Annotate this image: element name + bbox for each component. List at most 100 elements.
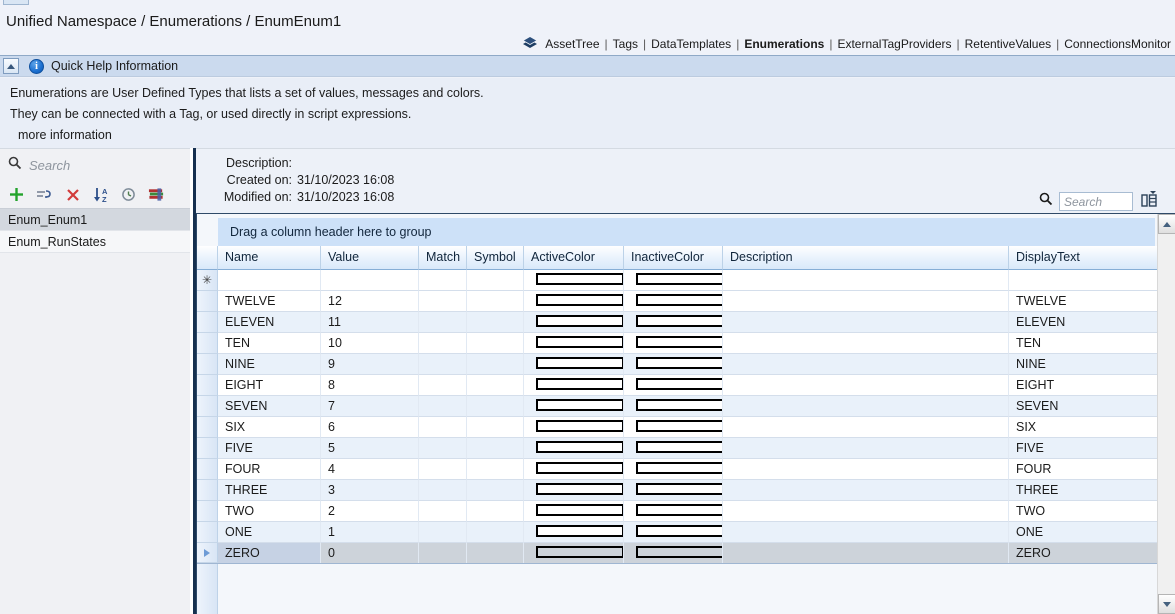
inactive-color-swatch[interactable] <box>636 336 723 348</box>
cell-description[interactable] <box>723 459 1009 480</box>
cell-match[interactable] <box>419 417 467 438</box>
cell-value[interactable]: 10 <box>321 333 419 354</box>
active-color-swatch[interactable] <box>536 546 624 558</box>
grid-search-input[interactable] <box>1059 192 1133 211</box>
cell-displaytext[interactable]: TWO <box>1009 501 1157 522</box>
tab-enumerations[interactable]: Enumerations <box>742 37 826 51</box>
active-color-swatch[interactable] <box>536 399 624 411</box>
cell-value[interactable]: 2 <box>321 501 419 522</box>
scroll-down-button[interactable] <box>1158 594 1175 614</box>
cell-symbol[interactable] <box>467 333 524 354</box>
table-row[interactable]: TWELVE12TWELVE <box>197 291 1157 312</box>
inactive-color-swatch[interactable] <box>636 504 723 516</box>
cell-activecolor[interactable] <box>524 396 624 417</box>
cell-symbol[interactable] <box>467 480 524 501</box>
cell-value[interactable]: 11 <box>321 312 419 333</box>
column-header-displaytext[interactable]: DisplayText <box>1009 246 1157 270</box>
table-row[interactable]: FIVE5FIVE <box>197 438 1157 459</box>
cell-inactivecolor[interactable] <box>624 459 723 480</box>
cell-inactivecolor[interactable] <box>624 543 723 563</box>
delete-icon[interactable] <box>64 186 81 203</box>
cell-displaytext[interactable]: FOUR <box>1009 459 1157 480</box>
cell-displaytext[interactable]: SIX <box>1009 417 1157 438</box>
column-chooser-icon[interactable] <box>1139 189 1159 214</box>
cell-value[interactable]: 8 <box>321 375 419 396</box>
cell-activecolor[interactable] <box>524 417 624 438</box>
cell-value[interactable]: 12 <box>321 291 419 312</box>
column-header-symbol[interactable]: Symbol <box>467 246 524 270</box>
table-row[interactable]: EIGHT8EIGHT <box>197 375 1157 396</box>
row-header-cell[interactable] <box>197 354 218 375</box>
table-row[interactable]: TEN10TEN <box>197 333 1157 354</box>
cell-value[interactable]: 6 <box>321 417 419 438</box>
inactive-color-swatch[interactable] <box>636 399 723 411</box>
cell-match[interactable] <box>419 480 467 501</box>
cell-name[interactable]: SEVEN <box>218 396 321 417</box>
cell-inactivecolor[interactable] <box>624 480 723 501</box>
cell-name[interactable]: NINE <box>218 354 321 375</box>
inactive-color-swatch[interactable] <box>636 294 723 306</box>
cell-displaytext[interactable]: ELEVEN <box>1009 312 1157 333</box>
inactive-color-swatch[interactable] <box>636 462 723 474</box>
cell-symbol[interactable] <box>467 312 524 333</box>
inactive-color-swatch[interactable] <box>636 378 723 390</box>
cell-match[interactable] <box>419 396 467 417</box>
cell-symbol[interactable] <box>467 354 524 375</box>
active-color-swatch[interactable] <box>536 315 624 327</box>
cell-displaytext[interactable]: ZERO <box>1009 543 1157 563</box>
table-row[interactable]: NINE9NINE <box>197 354 1157 375</box>
inactive-color-swatch[interactable] <box>636 525 723 537</box>
cell-activecolor[interactable] <box>524 522 624 543</box>
row-header-cell[interactable] <box>197 522 218 543</box>
cell-activecolor[interactable] <box>524 543 624 563</box>
cell-symbol[interactable] <box>467 522 524 543</box>
cell-description[interactable] <box>723 417 1009 438</box>
cell-displaytext[interactable]: SEVEN <box>1009 396 1157 417</box>
sidebar-item-enum_runstates[interactable]: Enum_RunStates <box>0 231 190 253</box>
cell-inactivecolor[interactable] <box>624 354 723 375</box>
add-icon[interactable] <box>8 186 25 203</box>
cell-displaytext[interactable]: THREE <box>1009 480 1157 501</box>
row-header-cell[interactable] <box>197 375 218 396</box>
column-header-value[interactable]: Value <box>321 246 419 270</box>
inactive-color-swatch[interactable] <box>636 420 723 432</box>
tab-retentivevalues[interactable]: RetentiveValues <box>963 37 1054 51</box>
cell-match[interactable] <box>419 522 467 543</box>
column-header-name[interactable]: Name <box>218 246 321 270</box>
row-header-cell[interactable] <box>197 480 218 501</box>
table-row[interactable]: SIX6SIX <box>197 417 1157 438</box>
row-header-cell[interactable] <box>197 438 218 459</box>
row-header-cell[interactable] <box>197 333 218 354</box>
column-header-match[interactable]: Match <box>419 246 467 270</box>
cell-value[interactable]: 5 <box>321 438 419 459</box>
cell-name[interactable]: ELEVEN <box>218 312 321 333</box>
group-by-drop-zone[interactable]: Drag a column header here to group <box>218 218 1155 246</box>
row-header-cell[interactable] <box>197 417 218 438</box>
sort-az-icon[interactable]: AZ <box>92 186 109 203</box>
cell-value[interactable]: 3 <box>321 480 419 501</box>
inactive-color-swatch[interactable] <box>636 315 723 327</box>
cell-name[interactable]: FOUR <box>218 459 321 480</box>
row-header-cell[interactable]: ✳ <box>197 270 218 291</box>
cell-description[interactable] <box>723 375 1009 396</box>
cell-name[interactable]: SIX <box>218 417 321 438</box>
grid-corner-cell[interactable] <box>197 246 218 270</box>
new-row[interactable]: ✳ <box>197 270 1157 291</box>
cell-displaytext[interactable]: NINE <box>1009 354 1157 375</box>
more-information-link[interactable]: more information <box>10 125 1175 146</box>
cell-name[interactable]: THREE <box>218 480 321 501</box>
collapse-panel-button[interactable] <box>3 58 19 74</box>
table-row[interactable]: THREE3THREE <box>197 480 1157 501</box>
cell-value[interactable]: 0 <box>321 543 419 563</box>
cell-description[interactable] <box>723 333 1009 354</box>
cell-match[interactable] <box>419 501 467 522</box>
tab-tags[interactable]: Tags <box>611 37 640 51</box>
column-header-activecolor[interactable]: ActiveColor <box>524 246 624 270</box>
cell-match[interactable] <box>419 375 467 396</box>
table-row[interactable]: TWO2TWO <box>197 501 1157 522</box>
cell-displaytext[interactable]: FIVE <box>1009 438 1157 459</box>
cell-description[interactable] <box>723 312 1009 333</box>
cell-inactivecolor[interactable] <box>624 291 723 312</box>
cell-activecolor[interactable] <box>524 333 624 354</box>
active-color-swatch[interactable] <box>536 525 624 537</box>
